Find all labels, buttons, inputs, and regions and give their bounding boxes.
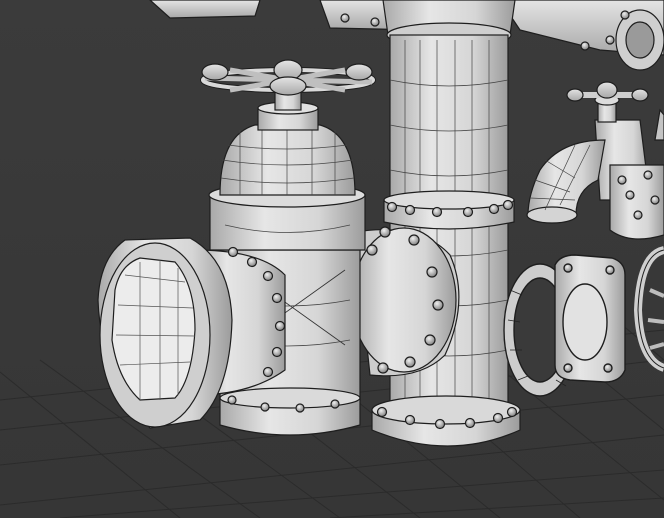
handwheel	[200, 59, 376, 96]
small-handwheel	[566, 81, 649, 102]
3d-viewport[interactable]	[0, 0, 664, 518]
vertical-pipe	[371, 0, 521, 447]
partial-wheel	[633, 246, 664, 372]
square-flange	[554, 254, 626, 383]
faucet-spigot	[526, 94, 664, 240]
